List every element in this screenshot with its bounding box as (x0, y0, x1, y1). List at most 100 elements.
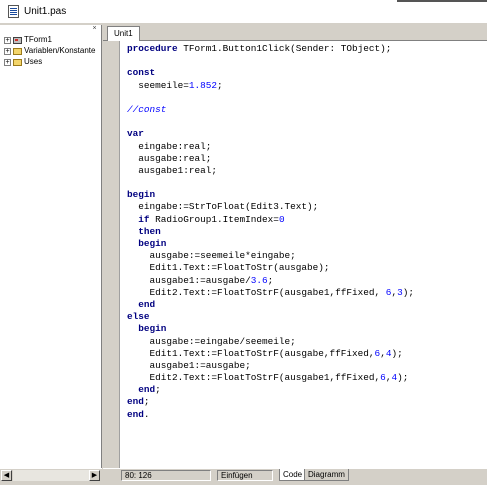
expand-icon[interactable]: + (4, 58, 11, 66)
keyword: else (127, 311, 150, 323)
code-token: ausgabe1:real; (127, 164, 218, 176)
code-token: Edit2.Text:=FloatToStrF(ausgabe1,ffFixed… (127, 286, 386, 298)
code-line[interactable]: ausgabe1:real; (127, 165, 414, 177)
code-line[interactable]: ausgabe:=seemeile*eingabe; (127, 250, 414, 262)
code-token: eingabe:real; (127, 140, 212, 152)
code-token: ); (391, 347, 403, 359)
code-explorer-tree[interactable]: × + TForm1 + Variablen/Konstante + Uses (0, 25, 102, 468)
code-line[interactable]: var (127, 128, 414, 140)
code-token: ausgabe1:=ausgabe; (127, 359, 251, 371)
top-edge (397, 0, 487, 2)
keyword: begin (127, 189, 156, 201)
code-line[interactable]: Edit1.Text:=FloatToStr(ausgabe); (127, 262, 414, 274)
tree-item-variablen[interactable]: + Variablen/Konstante (4, 46, 95, 56)
code-line[interactable]: begin (127, 238, 414, 250)
insert-mode: Einfügen (217, 470, 273, 481)
number-literal: 1.852 (188, 79, 218, 91)
code-token: ausgabe:=seemeile*eingabe; (127, 250, 296, 262)
code-line[interactable]: ausgabe1:=ausgabe/3.6; (127, 275, 414, 287)
keyword: then (138, 225, 161, 237)
code-line[interactable]: Edit1.Text:=FloatToStrF(ausgabe,ffFixed,… (127, 348, 414, 360)
folder-icon (13, 58, 22, 66)
expand-icon[interactable]: + (4, 36, 11, 44)
code-token: ); (397, 372, 409, 384)
tree-horizontal-scrollbar[interactable]: ◀ ▶ (0, 468, 102, 481)
code-line[interactable]: eingabe:=StrToFloat(Edit3.Text); (127, 201, 414, 213)
keyword: begin (138, 238, 167, 249)
code-line[interactable]: Edit2.Text:=FloatToStrF(ausgabe1,ffFixed… (127, 372, 414, 384)
code-line[interactable]: const (127, 67, 414, 79)
code-line[interactable]: procedure TForm1.Button1Click(Sender: TO… (127, 43, 414, 55)
code-token: Edit1.Text:=FloatToStrF(ausgabe,ffFixed, (127, 347, 375, 359)
document-icon (8, 5, 19, 18)
code-text[interactable]: procedure TForm1.Button1Click(Sender: TO… (127, 43, 414, 421)
code-token: seemeile= (127, 79, 189, 91)
code-line[interactable]: //const (127, 104, 414, 116)
keyword: end (138, 298, 156, 310)
scroll-left-icon[interactable]: ◀ (1, 470, 12, 481)
code-line[interactable]: Edit2.Text:=FloatToStrF(ausgabe1,ffFixed… (127, 287, 414, 299)
window-bottom-edge (0, 481, 487, 485)
keyword: begin (138, 323, 167, 335)
tab-code[interactable]: Code (279, 469, 307, 481)
keyword: if (138, 213, 156, 225)
code-token: . (143, 408, 150, 420)
code-line[interactable]: end. (127, 409, 414, 421)
code-line[interactable]: seemeile=1.852; (127, 80, 414, 92)
tree-item-label: Variablen/Konstante (24, 46, 96, 55)
code-token: ); (402, 286, 414, 298)
code-token: ; (217, 79, 223, 91)
tree-item-tform1[interactable]: + TForm1 (4, 35, 52, 45)
code-token: Edit2.Text:=FloatToStrF(ausgabe1,ffFixed… (127, 372, 381, 384)
code-line[interactable]: end; (127, 384, 414, 396)
number-literal: 0 (278, 213, 285, 225)
number-literal: 3.6 (250, 274, 268, 286)
code-line[interactable]: begin (127, 189, 414, 201)
code-line[interactable]: if RadioGroup1.ItemIndex=0 (127, 214, 414, 226)
code-line[interactable]: then (127, 226, 414, 238)
code-token: ; (143, 396, 150, 408)
keyword: var (127, 128, 144, 140)
tree-item-uses[interactable]: + Uses (4, 57, 42, 67)
code-line[interactable]: else (127, 311, 414, 323)
code-line[interactable]: end (127, 299, 414, 311)
code-line[interactable]: ausgabe1:=ausgabe; (127, 360, 414, 372)
code-token: RadioGroup1.ItemIndex= (155, 213, 279, 225)
keyword: procedure (127, 43, 184, 54)
keyword: end (127, 408, 144, 420)
code-line[interactable]: ausgabe:=eingabe/seemeile; (127, 336, 414, 348)
editor-tab-strip: Unit1 (103, 25, 487, 41)
code-token: ; (155, 384, 161, 396)
code-line[interactable] (127, 55, 414, 67)
expand-icon[interactable]: + (4, 47, 11, 55)
scroll-right-icon[interactable]: ▶ (89, 470, 100, 481)
comment: //const (127, 103, 167, 115)
code-line[interactable]: end; (127, 396, 414, 408)
code-line[interactable]: eingabe:real; (127, 141, 414, 153)
code-line[interactable]: ausgabe:real; (127, 153, 414, 165)
code-token: Edit1.Text:=FloatToStr(ausgabe); (127, 262, 330, 274)
editor-gutter (103, 41, 120, 468)
window-title: Unit1.pas (24, 6, 67, 17)
scroll-track[interactable] (13, 470, 89, 481)
keyword: const (127, 67, 156, 79)
folder-icon (13, 47, 22, 55)
code-line[interactable]: begin (127, 323, 414, 335)
keyword: end (127, 396, 144, 408)
code-line[interactable] (127, 116, 414, 128)
code-line[interactable] (127, 177, 414, 189)
close-pane-icon[interactable]: × (90, 25, 99, 32)
code-token: ausgabe:real; (127, 152, 212, 164)
code-token: ; (267, 274, 274, 286)
status-bar: 80: 126 Einfügen Code Diagramm (103, 468, 487, 481)
code-line[interactable] (127, 92, 414, 104)
tab-diagramm[interactable]: Diagramm (304, 469, 349, 481)
code-token: ausgabe:=eingabe/seemeile; (127, 335, 296, 347)
tree-item-label: TForm1 (24, 35, 52, 44)
tab-unit1[interactable]: Unit1 (107, 26, 140, 41)
code-editor[interactable]: procedure TForm1.Button1Click(Sender: TO… (103, 41, 487, 468)
